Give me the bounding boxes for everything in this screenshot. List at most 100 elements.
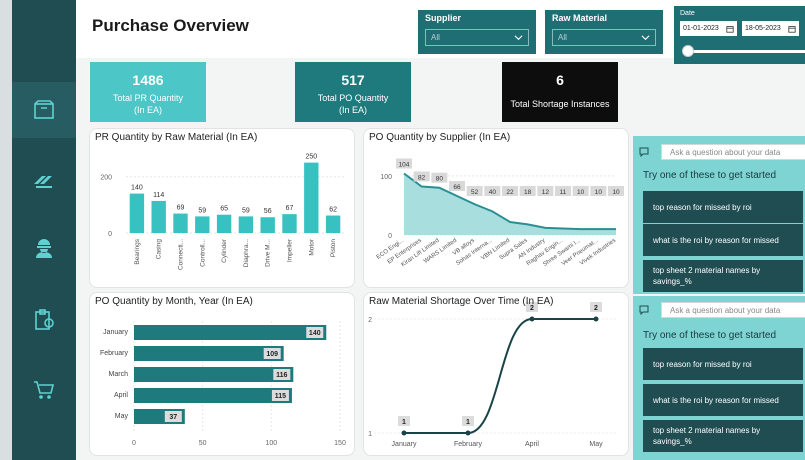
sidebar-item-purchase[interactable] xyxy=(12,82,76,138)
chart-title: PO Quantity by Month, Year (In EA) xyxy=(95,296,253,307)
data-label: 67 xyxy=(286,205,294,212)
x-tick-label: Cylinder xyxy=(221,238,228,263)
po-by-month-chart[interactable]: 0 50 100 150 January 140 February 109 March 116 Ap… xyxy=(89,292,355,456)
calendar-icon xyxy=(788,25,796,33)
qa-suggestion[interactable]: top reason for missed by roi xyxy=(643,348,803,380)
sidebar-item-production[interactable] xyxy=(12,150,76,206)
pr-by-material-svg: 0 200 140 Bearings 114 Casing 69 Connecti... 59 C… xyxy=(100,154,344,270)
y-tick-label: April xyxy=(114,392,128,399)
po-by-supplier-chart[interactable]: 0 100 104 ECO Engi... 82 EP Enterprises 80 Kira… xyxy=(363,128,629,288)
po-by-month-svg: 0 50 100 150 January 140 February 109 March 116 Ap… xyxy=(100,321,346,447)
bar xyxy=(238,216,254,233)
y-tick-label: January xyxy=(103,329,128,336)
data-label: 65 xyxy=(220,206,228,213)
y-tick-label: 0 xyxy=(108,231,112,238)
data-label: 115 xyxy=(275,393,286,400)
x-tick-label: Bearings xyxy=(134,238,141,264)
qa-panel-1: Ask a question about your data Try one o… xyxy=(633,136,805,294)
qa-input[interactable]: Ask a question about your data xyxy=(661,302,805,318)
clipboard-icon xyxy=(35,309,54,330)
y-tick-label: March xyxy=(109,371,129,378)
chat-icon xyxy=(639,305,649,315)
supplier-slicer[interactable]: Supplier All xyxy=(418,10,536,54)
data-label: 56 xyxy=(264,208,272,215)
raw-material-slicer[interactable]: Raw Material All xyxy=(545,10,663,54)
raw-material-value: All xyxy=(558,33,567,42)
x-tick-label: 100 xyxy=(265,440,277,447)
y-tick-label: February xyxy=(100,350,129,357)
bar xyxy=(134,388,292,403)
data-label: 1 xyxy=(466,419,470,426)
cart-icon xyxy=(34,381,55,399)
data-label: 10 xyxy=(612,189,620,196)
supplier-label: Supplier xyxy=(425,13,462,23)
data-label: 1 xyxy=(402,419,406,426)
shortage-over-time-chart[interactable]: 1 2 1 January 1 February 2 April 2 May Raw Materi… xyxy=(363,292,629,456)
pr-by-material-chart[interactable]: 0 200 140 Bearings 114 Casing 69 Connecti... 59 C… xyxy=(89,128,355,288)
kpi-label: Total PO Quantity (In EA) xyxy=(317,93,389,115)
sidebar-edge xyxy=(0,0,12,460)
data-label: 104 xyxy=(399,162,410,169)
x-tick-label: 50 xyxy=(199,440,207,447)
x-tick-label: 0 xyxy=(132,440,136,447)
shortage-over-time-svg: 121January1February2April2May xyxy=(368,302,618,448)
bar xyxy=(129,193,145,233)
qa-suggestion[interactable]: top sheet 2 material names by savings_% xyxy=(643,260,803,292)
qa-suggestion[interactable]: top reason for missed by roi xyxy=(643,191,803,223)
qa-prompt: Try one of these to get started xyxy=(643,330,777,341)
x-tick-label: February xyxy=(454,441,483,448)
chart-title: PR Quantity by Raw Material (In EA) xyxy=(95,132,258,143)
y-tick-label: 100 xyxy=(380,174,392,181)
conveyor-icon xyxy=(34,176,52,188)
qa-input[interactable]: Ask a question about your data xyxy=(661,144,805,160)
start-date-field[interactable]: 01-01-2023 xyxy=(680,21,737,36)
x-tick-label: Diaphra... xyxy=(243,239,250,267)
kpi-value: 1486 xyxy=(132,72,164,88)
data-point xyxy=(529,316,535,322)
data-label: 250 xyxy=(305,154,317,161)
bar xyxy=(173,213,188,233)
x-tick-label: Casing xyxy=(156,239,163,260)
x-tick-label: 150 xyxy=(334,440,346,447)
qa-suggestion[interactable]: what is the roi by reason for missed xyxy=(643,224,803,256)
qa-suggestion[interactable]: top sheet 2 material names by savings_% xyxy=(643,420,803,452)
po-by-supplier-svg: 0100104ECO Engi...82EP Enterprises80Kira… xyxy=(376,158,624,268)
x-tick-label: Piston xyxy=(330,239,337,257)
raw-material-dropdown[interactable]: All xyxy=(552,29,656,46)
date-range-handle[interactable] xyxy=(682,45,694,57)
x-tick-label: Controll... xyxy=(199,239,206,267)
chart-title: PO Quantity by Supplier (In EA) xyxy=(369,132,511,143)
date-slicer[interactable]: Date 01-01-2023 18-05-2023 xyxy=(674,6,805,64)
end-date-field[interactable]: 18-05-2023 xyxy=(742,21,799,36)
chat-icon xyxy=(639,147,649,157)
bar xyxy=(304,162,319,233)
data-label: 59 xyxy=(198,207,206,214)
data-label: 140 xyxy=(309,330,321,337)
data-label: 37 xyxy=(169,414,177,421)
sidebar-item-inventory[interactable] xyxy=(12,292,76,348)
kpi-value: 6 xyxy=(556,72,564,88)
bar xyxy=(134,346,284,361)
end-date-value: 18-05-2023 xyxy=(745,25,781,32)
data-label: 62 xyxy=(329,207,337,214)
supplier-dropdown[interactable]: All xyxy=(425,29,529,46)
date-range-track[interactable] xyxy=(686,50,805,53)
data-label: 52 xyxy=(471,189,479,196)
data-label: 69 xyxy=(177,205,185,212)
series-line xyxy=(404,318,596,434)
kpi-card-pr-quantity: 1486 Total PR Quantity (In EA) xyxy=(90,62,206,122)
data-label: 10 xyxy=(595,189,603,196)
supplier-value: All xyxy=(431,33,440,42)
sidebar-item-sales[interactable] xyxy=(12,362,76,418)
data-label: 66 xyxy=(453,184,461,191)
kpi-value: 517 xyxy=(341,72,365,88)
qa-suggestion[interactable]: what is the roi by reason for missed xyxy=(643,384,803,416)
data-label: 59 xyxy=(242,207,250,214)
sidebar-item-workforce[interactable] xyxy=(12,220,76,276)
raw-material-label: Raw Material xyxy=(552,13,608,23)
bar xyxy=(216,214,232,233)
data-label: 80 xyxy=(436,176,444,183)
chevron-down-icon xyxy=(514,35,523,41)
bar xyxy=(282,214,297,233)
box-icon xyxy=(34,100,54,119)
